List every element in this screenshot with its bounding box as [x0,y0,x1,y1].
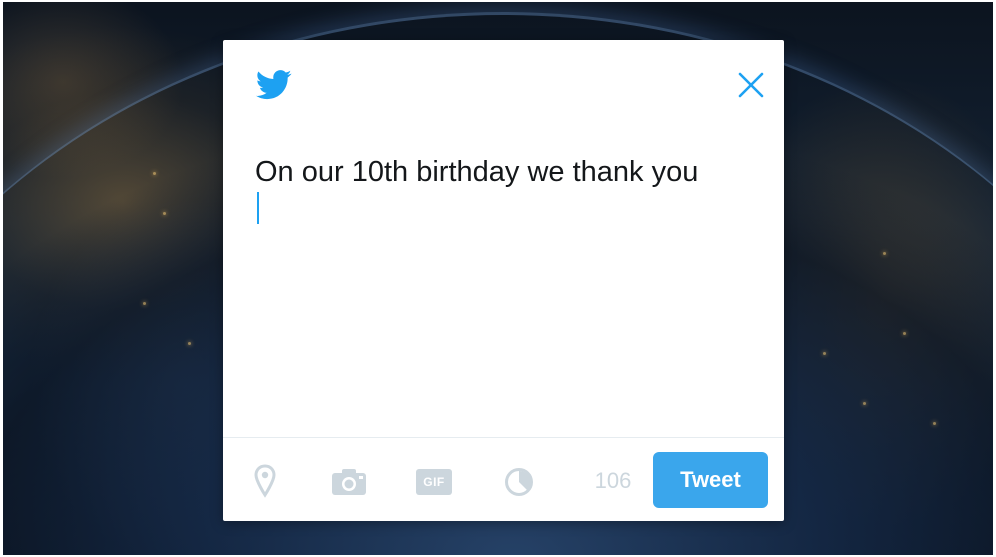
earth-background: On our 10th birthday we thank you GIF 10… [3,2,993,555]
city-light [933,422,936,425]
twitter-bird-icon [256,70,292,100]
city-light [863,402,866,405]
tweet-compose-textarea[interactable]: On our 10th birthday we thank you [255,152,755,192]
city-light [883,252,886,255]
compose-tweet-dialog: On our 10th birthday we thank you GIF 10… [223,40,784,521]
city-light [903,332,906,335]
toolbar-divider [223,437,784,438]
gif-label: GIF [423,475,445,489]
character-counter: 106 [594,468,632,493]
location-pin-icon[interactable] [254,464,276,498]
gif-icon[interactable]: GIF [416,469,452,495]
city-light [163,212,166,215]
city-light [188,342,191,345]
close-icon[interactable] [736,70,766,100]
city-light [153,172,156,175]
poll-icon[interactable] [504,467,534,497]
text-cursor [257,192,259,224]
tweet-button[interactable]: Tweet [653,452,768,508]
camera-icon[interactable] [331,468,367,496]
tweet-text: On our 10th birthday we thank you [255,156,699,188]
city-light [823,352,826,355]
city-light [143,302,146,305]
